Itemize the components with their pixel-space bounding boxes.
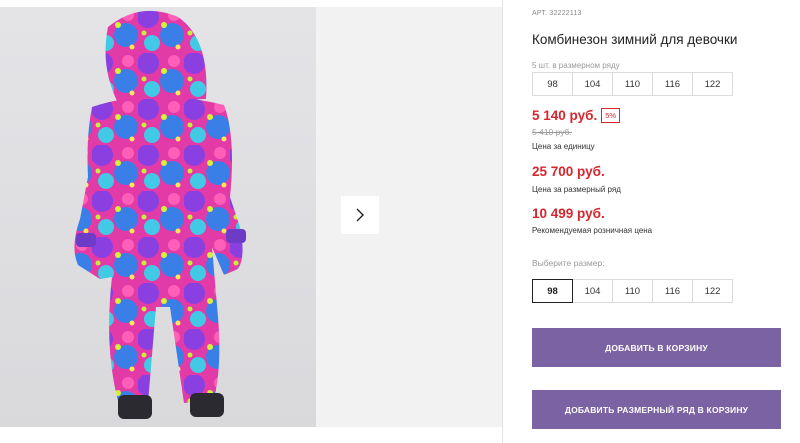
article-number: АРТ. 32222113 [532,10,582,17]
size-row-item: 110 [612,72,653,96]
discount-badge: 5% [601,108,621,123]
unit-price: 5 140 руб. [532,108,598,123]
snowsuit-image [0,7,316,427]
size-option-116[interactable]: 116 [652,279,693,303]
recommended-price: 10 499 руб. [532,206,605,221]
size-option-104[interactable]: 104 [572,279,613,303]
size-row-list: 98 104 110 116 122 [532,72,733,96]
product-photo[interactable] [0,7,316,427]
gallery-next-button[interactable] [341,196,379,234]
size-option-110[interactable]: 110 [612,279,653,303]
size-option-122[interactable]: 122 [692,279,733,303]
row-price-caption: Цена за размерный ряд [532,185,621,194]
choose-size-label: Выберите размер: [532,258,605,268]
size-row-item: 98 [532,72,573,96]
product-title: Комбинезон зимний для девочки [532,32,738,47]
column-divider [502,0,503,443]
size-row-item: 104 [572,72,613,96]
size-row-item: 122 [692,72,733,96]
product-gallery [0,0,502,443]
size-row-item: 116 [652,72,693,96]
size-selector: 98 104 110 116 122 [532,279,733,303]
row-price: 25 700 руб. [532,164,605,179]
unit-price-block: 5 140 руб. 5% [532,108,621,123]
add-size-row-to-cart-button[interactable]: Добавить размерный ряд в корзину [532,390,781,429]
size-row-caption: 5 шт. в размерном ряду [532,61,620,70]
unit-price-caption: Цена за единицу [532,142,595,151]
old-price: 5 410 руб. [532,127,572,137]
chevron-right-icon [356,208,364,222]
size-option-98[interactable]: 98 [532,279,573,303]
recommended-price-caption: Рекомендуемая розничная цена [532,226,653,235]
add-to-cart-button[interactable]: Добавить в корзину [532,328,781,367]
